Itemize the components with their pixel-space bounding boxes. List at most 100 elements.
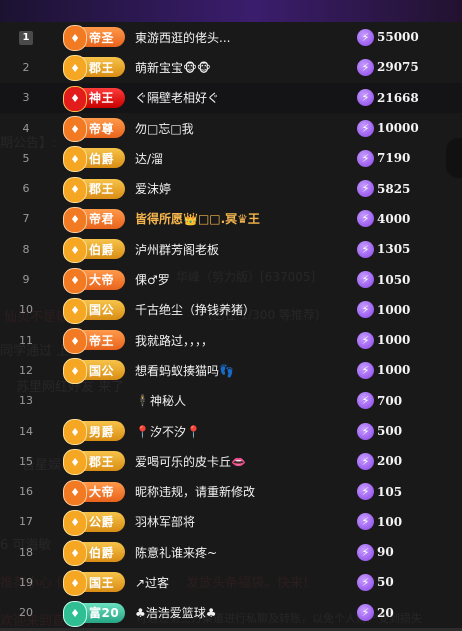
user-name[interactable]: 羽林军部将 <box>135 513 345 530</box>
rank-title-badge: ♦ 帝君 <box>63 206 125 233</box>
user-name[interactable]: 泸州群芳阁老板 <box>135 241 345 258</box>
score-value: 1000 <box>377 363 411 378</box>
score-value: 1305 <box>377 242 411 257</box>
user-name[interactable]: 萌新宝宝🐵🐵 <box>135 59 345 76</box>
badge-label: 大帝 <box>89 485 115 500</box>
leaderboard-row[interactable]: 5 ♦ 伯爵 达/溜 ⚡ 7190 <box>0 143 462 174</box>
user-name[interactable]: 陈意礼谁来疼~ <box>135 544 345 561</box>
score-value: 1000 <box>377 302 411 317</box>
badge-label: 公爵 <box>89 515 115 530</box>
score-value: 105 <box>377 484 403 499</box>
score-group: ⚡ 21668 <box>357 89 419 107</box>
rank-label: 16 <box>19 485 33 499</box>
lightning-bolt-icon: ⚡ <box>357 483 374 501</box>
leaderboard-row[interactable]: 3 ♦ 神王 ぐ隔壁老相好ぐ ⚡ 21668 <box>0 82 462 113</box>
score-group: ⚡ 29075 <box>357 58 419 76</box>
leaderboard-row[interactable]: 8 ♦ 伯爵 泸州群芳阁老板 ⚡ 1305 <box>0 234 462 265</box>
rank-label: 7 <box>22 212 30 226</box>
user-name[interactable]: 想看蚂蚁揍猫吗👣 <box>135 362 345 379</box>
score-group: ⚡ 90 <box>357 543 394 561</box>
user-name[interactable]: 倮♂罗 <box>135 271 345 288</box>
lightning-bolt-icon: ⚡ <box>357 301 374 319</box>
user-name[interactable]: 皆得所愿👑□□.冥♛王 <box>135 210 345 227</box>
leaderboard-row[interactable]: 11 ♦ 帝王 我就路过，，，， ⚡ 1000 <box>0 324 462 356</box>
shield-crest-icon: ♦ <box>63 419 87 445</box>
user-name[interactable]: 千古绝尘（挣钱养猪） <box>135 301 345 318</box>
leaderboard-row[interactable]: 17 ♦ 公爵 羽林军部将 ⚡ 100 <box>0 506 462 538</box>
user-name[interactable]: 🕴神秘人 <box>135 392 345 409</box>
user-name[interactable]: 达/溜 <box>135 150 345 167</box>
leaderboard-row[interactable]: 18 ♦ 伯爵 陈意礼谁来疼~ ⚡ 90 <box>0 537 462 568</box>
score-group: ⚡ 5825 <box>357 180 410 198</box>
leaderboard-row[interactable]: 19 ♦ 国王 ↗过客 ⚡ 50 <box>0 567 462 598</box>
leaderboard-row[interactable]: 12 ♦ 国公 想看蚂蚁揍猫吗👣 ⚡ 1000 <box>0 355 462 386</box>
rank-number: 1 <box>17 30 35 45</box>
badge-label: 富20 <box>89 606 120 621</box>
rank-title-badge: ♦ 男爵 <box>63 419 125 445</box>
badge-label: 帝尊 <box>89 121 115 136</box>
lightning-bolt-icon: ⚡ <box>357 180 374 198</box>
leaderboard-row[interactable]: 10 ♦ 国公 千古绝尘（挣钱养猪） ⚡ 1000 <box>0 294 462 325</box>
leaderboard-list: 1 ♦ 帝圣 東游西逛的佬头... ⚡ 55000 2 ♦ 郡王 萌新宝宝🐵🐵 ⚡ 29075 3 ♦ 神王… <box>0 22 462 628</box>
leaderboard-row[interactable]: 7 ♦ 帝君 皆得所愿👑□□.冥♛王 ⚡ 4000 <box>0 203 462 235</box>
leaderboard-row[interactable]: 15 ♦ 郡王 爱喝可乐的皮卡丘👄 ⚡ 200 <box>0 446 462 477</box>
user-name[interactable]: 📍汐不汐📍 <box>135 423 345 440</box>
leaderboard-row[interactable]: 9 ♦ 大帝 倮♂罗 ⚡ 1050 <box>0 264 462 295</box>
score-value: 90 <box>377 545 394 560</box>
rank-title-badge: ♦ 帝王 <box>63 328 125 355</box>
leaderboard-row[interactable]: 16 ♦ 大帝 昵称违规，请重新修改 ⚡ 105 <box>0 476 462 507</box>
user-name[interactable]: ♣浩浩爱篮球♣ <box>135 604 345 621</box>
lightning-bolt-icon: ⚡ <box>357 28 374 46</box>
rank-number: 3 <box>17 91 35 104</box>
leaderboard-row[interactable]: 14 ♦ 男爵 📍汐不汐📍 ⚡ 500 <box>0 415 462 447</box>
shield-crest-icon: ♦ <box>63 600 87 627</box>
rank-number: 15 <box>17 455 35 468</box>
shield-crest-icon: ♦ <box>63 267 87 294</box>
badge-label: 郡王 <box>89 182 115 197</box>
user-name[interactable]: 昵称违规，请重新修改 <box>135 483 345 500</box>
score-value: 21668 <box>377 90 419 105</box>
rank-label: 11 <box>19 333 33 347</box>
score-value: 1000 <box>377 333 411 348</box>
rank-number: 2 <box>17 61 35 74</box>
shield-crest-icon: ♦ <box>63 146 87 173</box>
rank-title-badge: ♦ 国王 <box>63 570 125 597</box>
leaderboard-row[interactable]: 1 ♦ 帝圣 東游西逛的佬头... ⚡ 55000 <box>0 22 462 53</box>
badge-label: 大帝 <box>89 273 115 288</box>
rank-title-badge: ♦ 郡王 <box>63 449 125 476</box>
score-group: ⚡ 55000 <box>357 28 419 46</box>
shield-crest-icon: ♦ <box>63 55 87 82</box>
rank-title-badge: ♦ 伯爵 <box>63 237 125 264</box>
rank-title-badge: ♦ 帝圣 <box>63 25 125 52</box>
user-name[interactable]: 我就路过，，，， <box>135 332 345 349</box>
rank-label: 8 <box>22 242 30 256</box>
user-name[interactable]: ぐ隔壁老相好ぐ <box>135 89 345 106</box>
user-name[interactable]: ↗过客 <box>135 574 345 591</box>
rank-number: 17 <box>17 515 35 528</box>
score-group: ⚡ 10000 <box>357 119 419 137</box>
shield-crest-icon: ♦ <box>63 25 87 52</box>
leaderboard-row[interactable]: 2 ♦ 郡王 萌新宝宝🐵🐵 ⚡ 29075 <box>0 52 462 83</box>
user-name[interactable]: 爱沫婷 <box>135 180 345 197</box>
user-name[interactable]: 東游西逛的佬头... <box>135 29 345 46</box>
leaderboard-row[interactable]: 13 🕴神秘人 ⚡ 700 <box>0 385 462 416</box>
leaderboard-row[interactable]: 20 ♦ 富20 ♣浩浩爱篮球♣ ⚡ 20 <box>0 597 462 628</box>
leaderboard-row[interactable]: 4 ♦ 帝尊 勿□忘□我 ⚡ 10000 <box>0 112 462 144</box>
badge-label: 帝圣 <box>89 30 115 45</box>
rank-number: 20 <box>17 606 35 619</box>
rank-title-badge: ♦ 公爵 <box>63 509 125 536</box>
shield-crest-icon: ♦ <box>63 358 87 385</box>
rank-number: 4 <box>17 122 35 135</box>
leaderboard-row[interactable]: 6 ♦ 郡王 爱沫婷 ⚡ 5825 <box>0 173 462 204</box>
rank-label: 4 <box>22 121 30 135</box>
badge-label: 男爵 <box>89 424 115 439</box>
rank-label: 17 <box>19 515 33 529</box>
shield-crest-icon: ♦ <box>63 328 87 355</box>
rank-number: 10 <box>17 303 35 316</box>
shield-crest-icon: ♦ <box>63 479 87 506</box>
rank-title-badge: ♦ 郡王 <box>63 176 125 203</box>
score-group: ⚡ 100 <box>357 513 402 531</box>
top-banner <box>0 0 462 22</box>
user-name[interactable]: 勿□忘□我 <box>135 120 345 137</box>
user-name[interactable]: 爱喝可乐的皮卡丘👄 <box>135 453 345 470</box>
